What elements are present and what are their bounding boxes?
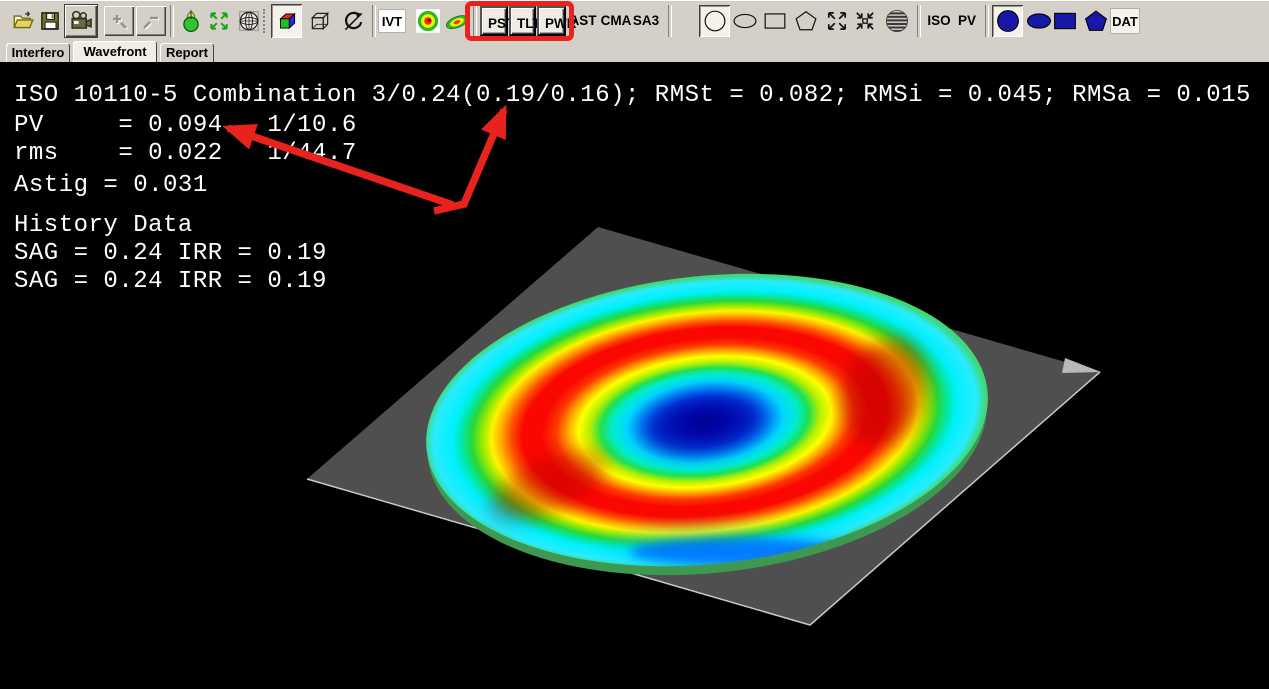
collapse-arrows-icon (853, 9, 877, 33)
expand-arrows-icon (825, 9, 849, 33)
pwr-button[interactable]: PWR (537, 6, 566, 36)
aperture-circle-button[interactable] (699, 5, 730, 37)
tlt-button[interactable]: TLT (509, 6, 536, 36)
toolbar-separator (473, 5, 477, 37)
open-folder-icon (11, 9, 35, 33)
slice-sphere-button[interactable] (882, 5, 912, 37)
tilted-surface-button[interactable] (443, 5, 471, 37)
aperture-ellipse-button[interactable] (731, 5, 759, 37)
plane-corner-flap (1062, 358, 1101, 373)
rotate-arrow-icon (341, 9, 365, 33)
wireframe-sphere-icon (237, 9, 261, 33)
aperture-rectangle-button[interactable] (761, 5, 789, 37)
spinning-top-button[interactable] (178, 5, 204, 37)
aperture-pentagon-button[interactable] (792, 5, 820, 37)
wireframe-box-icon (308, 9, 332, 33)
toolbar: IVT PST TLT PWR AST C (0, 0, 1269, 41)
mask-circle-filled-icon (996, 9, 1020, 33)
tab-interfero[interactable]: Interfero (6, 43, 70, 62)
mask-ellipse-filled-icon (1027, 9, 1051, 33)
save-button[interactable] (35, 5, 65, 37)
toolbar-dotted-separator (263, 9, 267, 33)
outline-pentagon-icon (794, 9, 818, 33)
iso-button[interactable]: ISO (924, 5, 954, 37)
zoom-in-icon (108, 10, 130, 32)
zoom-out-icon (140, 10, 162, 32)
ast-button[interactable]: AST (568, 5, 598, 37)
rotate-view-button[interactable] (340, 5, 366, 37)
dat-label: DAT (1112, 14, 1138, 29)
outline-ellipse-icon (733, 9, 757, 33)
zoom-out-button[interactable] (136, 6, 166, 36)
pv-button[interactable]: PV (954, 5, 980, 37)
mask-rectangle-button[interactable] (1051, 5, 1079, 37)
color-cube-icon (275, 9, 299, 33)
tilted-surface-icon (444, 8, 470, 34)
toolbar-separator (985, 5, 989, 37)
wire-view-button[interactable] (307, 5, 333, 37)
solid-view-button[interactable] (271, 4, 302, 38)
autoscale-button[interactable] (206, 5, 232, 37)
pst-button[interactable]: PST (480, 6, 508, 36)
tab-bar: Interfero Wavefront Report (0, 40, 1269, 62)
app-window: IVT PST TLT PWR AST C (0, 0, 1269, 689)
hatched-sphere-icon (884, 8, 910, 34)
zoom-in-button[interactable] (104, 6, 134, 36)
mask-pentagon-filled-icon (1084, 9, 1108, 33)
wavefront-client-area: ISO 10110-5 Combination 3/0.24(0.19/0.16… (0, 62, 1269, 689)
dat-button[interactable]: DAT (1110, 8, 1140, 34)
toolbar-separator (668, 5, 672, 37)
tab-wavefront[interactable]: Wavefront (73, 41, 157, 62)
camera-button[interactable] (64, 4, 98, 38)
cma-button[interactable]: CMA (600, 5, 632, 37)
ivt-button[interactable]: IVT (378, 9, 406, 33)
mask-circle-button[interactable] (992, 5, 1023, 37)
toolbar-separator (917, 5, 921, 37)
mesh-sphere-button[interactable] (236, 5, 262, 37)
shrink-region-button[interactable] (852, 5, 878, 37)
outline-rectangle-icon (763, 9, 787, 33)
tab-report[interactable]: Report (160, 43, 214, 62)
toolbar-separator (372, 5, 376, 37)
ivt-label: IVT (382, 14, 402, 29)
mask-rectangle-filled-icon (1053, 9, 1077, 33)
camera-icon (68, 8, 94, 34)
mask-pentagon-button[interactable] (1081, 5, 1111, 37)
wavefront-3d-plot[interactable] (0, 62, 1269, 689)
contour-map-button[interactable] (414, 5, 442, 37)
toolbar-separator (170, 5, 174, 37)
expand-region-button[interactable] (824, 5, 850, 37)
mask-ellipse-button[interactable] (1025, 5, 1053, 37)
contour-map-icon (415, 8, 441, 34)
droplet-top-icon (179, 9, 203, 33)
expand-green-arrows-icon (207, 9, 231, 33)
outline-circle-icon (703, 9, 727, 33)
sa3-button[interactable]: SA3 (631, 5, 661, 37)
save-floppy-icon (38, 9, 62, 33)
open-file-button[interactable] (8, 5, 38, 37)
